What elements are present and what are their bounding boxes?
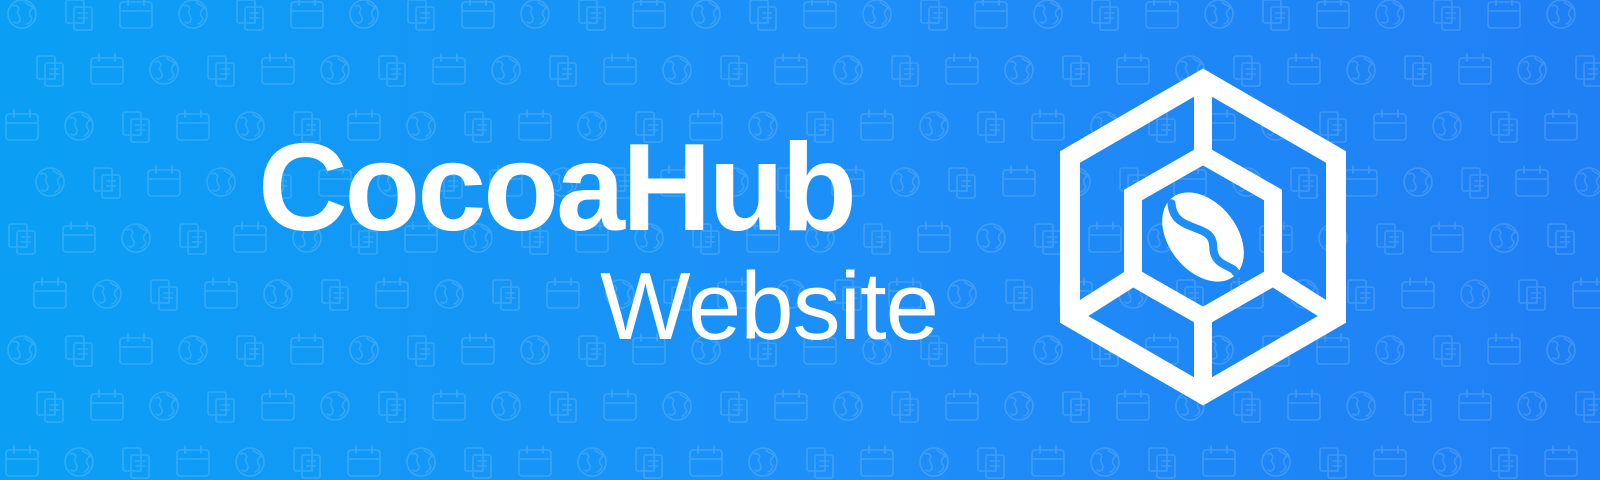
- banner-title: CocoaHub: [258, 119, 857, 257]
- banner-subtitle: Website: [600, 253, 939, 360]
- title-block: CocoaHub Website: [0, 0, 1600, 480]
- banner: CocoaHub Website: [0, 0, 1600, 480]
- hexagon-cube-coffee-bean-icon: [1060, 68, 1346, 406]
